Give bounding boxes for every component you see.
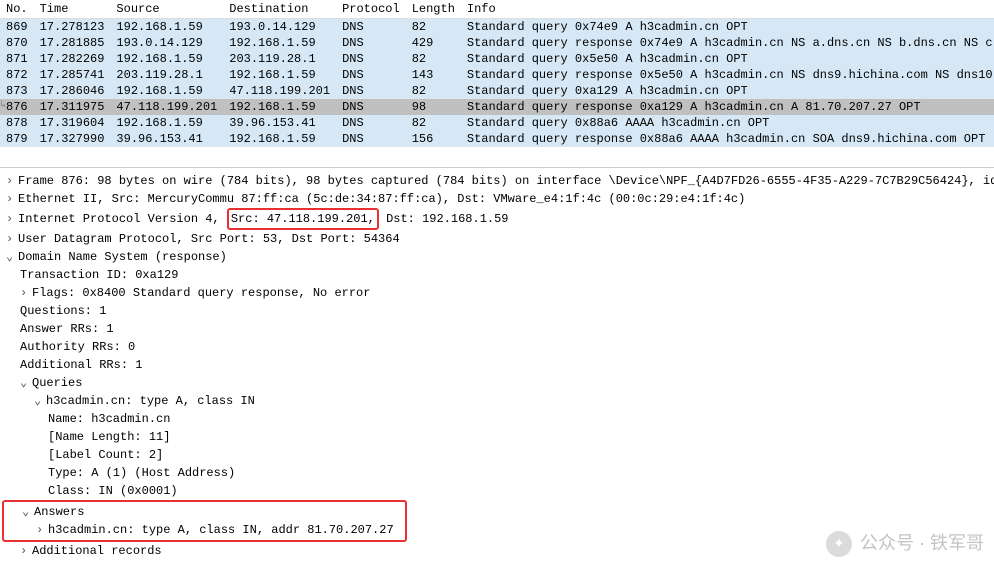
additional-rrs[interactable]: Additional RRs: 1 [6,356,988,374]
packet-list-pane: No. Time Source Destination Protocol Len… [0,0,994,168]
query-type[interactable]: Type: A (1) (Host Address) [6,464,988,482]
ip-line[interactable]: ›Internet Protocol Version 4, Src: 47.11… [6,208,988,230]
table-row[interactable]: 86917.278123192.168.1.59193.0.14.129DNS8… [0,19,994,36]
col-no[interactable]: No. [0,0,34,19]
expand-icon[interactable]: › [6,230,18,248]
query-name[interactable]: Name: h3cadmin.cn [6,410,988,428]
query-label-count[interactable]: [Label Count: 2] [6,446,988,464]
query-entry[interactable]: ⌄h3cadmin.cn: type A, class IN [6,392,988,410]
col-info[interactable]: Info [461,0,994,19]
col-time[interactable]: Time [34,0,111,19]
collapse-icon[interactable]: ⌄ [6,248,18,266]
dns-line[interactable]: ⌄Domain Name System (response) [6,248,988,266]
udp-line[interactable]: ›User Datagram Protocol, Src Port: 53, D… [6,230,988,248]
packet-marker-icon: ↳ [0,99,6,111]
table-row[interactable]: 87817.319604192.168.1.5939.96.153.41DNS8… [0,115,994,131]
transaction-id[interactable]: Transaction ID: 0xa129 [6,266,988,284]
expand-icon[interactable]: › [6,190,18,208]
frame-line[interactable]: ›Frame 876: 98 bytes on wire (784 bits),… [6,172,988,190]
collapse-icon[interactable]: ⌄ [34,392,46,410]
answers-section[interactable]: ⌄Answers [8,503,401,521]
authority-rrs[interactable]: Authority RRs: 0 [6,338,988,356]
answer-entry[interactable]: ›h3cadmin.cn: type A, class IN, addr 81.… [8,521,401,539]
collapse-icon[interactable]: ⌄ [20,374,32,392]
table-row[interactable]: 87217.285741203.119.28.1192.168.1.59DNS1… [0,67,994,83]
wechat-icon: ✦ [826,531,852,557]
table-row[interactable]: 87917.32799039.96.153.41192.168.1.59DNS1… [0,131,994,147]
queries-section[interactable]: ⌄Queries [6,374,988,392]
flags-line[interactable]: ›Flags: 0x8400 Standard query response, … [6,284,988,302]
expand-icon[interactable]: › [6,172,18,190]
packet-list-table[interactable]: No. Time Source Destination Protocol Len… [0,0,994,147]
table-row[interactable]: 87317.286046192.168.1.5947.118.199.201DN… [0,83,994,99]
expand-icon[interactable]: › [20,284,32,302]
query-name-length[interactable]: [Name Length: 11] [6,428,988,446]
table-row[interactable]: 87617.31197547.118.199.201192.168.1.59DN… [0,99,994,115]
table-row[interactable]: 87117.282269192.168.1.59203.119.28.1DNS8… [0,51,994,67]
table-row[interactable]: 87017.281885193.0.14.129192.168.1.59DNS4… [0,35,994,51]
watermark-text: 公众号 · 铁军哥 [860,530,984,557]
query-class[interactable]: Class: IN (0x0001) [6,482,988,500]
expand-icon[interactable]: › [6,210,18,228]
col-length[interactable]: Length [406,0,461,19]
col-destination[interactable]: Destination [223,0,336,19]
col-protocol[interactable]: Protocol [336,0,406,19]
ip-src-highlight: Src: 47.118.199.201, [227,208,379,230]
expand-icon[interactable]: › [20,542,32,560]
expand-icon[interactable]: › [36,521,48,539]
col-source[interactable]: Source [110,0,223,19]
column-headers[interactable]: No. Time Source Destination Protocol Len… [0,0,994,19]
watermark: ✦ 公众号 · 铁军哥 [826,530,984,557]
request-in-link[interactable]: [Request In: 873] [6,560,988,563]
ethernet-line[interactable]: ›Ethernet II, Src: MercuryCommu 87:ff:ca… [6,190,988,208]
collapse-icon[interactable]: ⌄ [22,503,34,521]
answer-rrs[interactable]: Answer RRs: 1 [6,320,988,338]
packet-details-pane[interactable]: ›Frame 876: 98 bytes on wire (784 bits),… [0,168,994,563]
questions-count[interactable]: Questions: 1 [6,302,988,320]
